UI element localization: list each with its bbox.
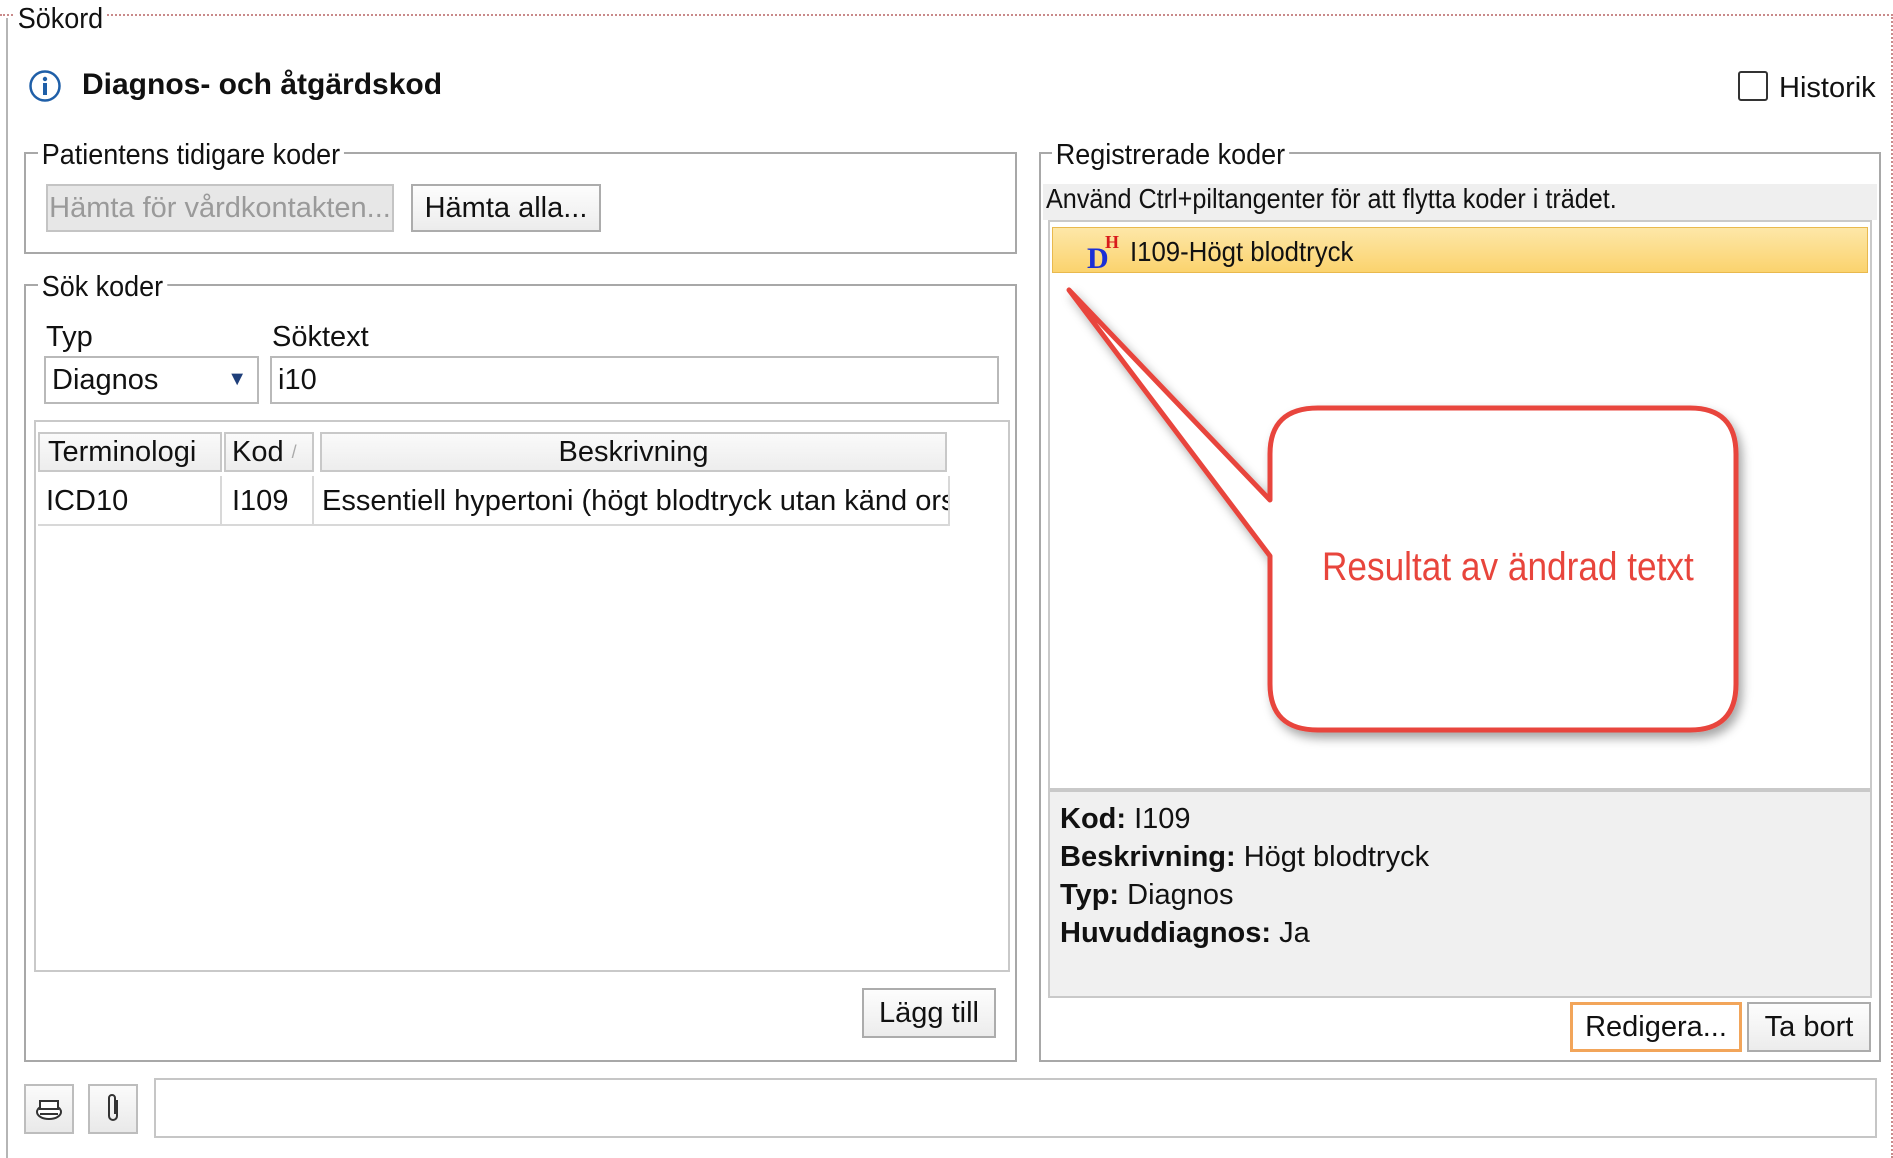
callout-bubble <box>1066 287 1739 733</box>
callout-text: Resultat av ändrad tetxt <box>1322 545 1694 589</box>
